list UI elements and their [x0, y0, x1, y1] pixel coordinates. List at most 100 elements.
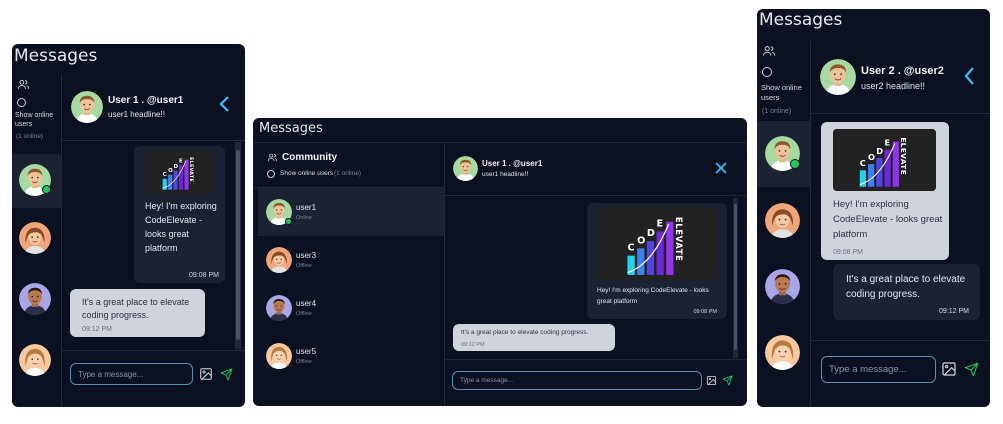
- sidebar-user-user1[interactable]: user1 Online: [258, 188, 444, 236]
- show-online-radio[interactable]: [267, 170, 275, 178]
- message-time: 09:08 PM: [189, 272, 219, 279]
- chat-header: User 1 . @user1 user1 headline!!: [62, 74, 245, 140]
- codeelevate-logo-image[interactable]: [833, 129, 936, 191]
- message-text: It's a great place to elevate coding pro…: [846, 274, 966, 300]
- sidebar: Community Show online users (1 online) u…: [253, 142, 444, 406]
- user-name: user1: [296, 203, 317, 212]
- send-icon: [722, 375, 733, 386]
- page-title: Messages: [259, 121, 323, 136]
- message-input-placeholder: Type a message...: [829, 364, 907, 375]
- message-text: It's a great place to elevate coding pro…: [82, 297, 190, 320]
- online-indicator: [42, 185, 51, 194]
- avatar: [266, 247, 292, 273]
- avatar: [266, 343, 292, 369]
- sidebar-user-user3[interactable]: [765, 203, 800, 238]
- page-title: Messages: [759, 10, 843, 30]
- sidebar-user-user1[interactable]: [12, 154, 61, 208]
- sidebar-user-user1[interactable]: [757, 121, 810, 187]
- message-outgoing-dark: It's a great place to elevate coding pro…: [833, 264, 980, 320]
- chat-panel-middle: Messages Community Show online users (1 …: [253, 118, 747, 406]
- show-online-radio[interactable]: [762, 67, 772, 77]
- user-name: user4: [296, 299, 317, 308]
- message-text: Hey! I'm exploring CodeElevate - looks g…: [833, 199, 943, 240]
- avatar: [820, 59, 856, 95]
- chat-header: User 1 . @user1 user1 headline!!: [445, 142, 747, 195]
- sidebar-user-user5[interactable]: user5 Offline: [258, 332, 444, 380]
- chat-header-headline: user1 headline!!: [108, 110, 165, 119]
- sidebar-title: Community: [282, 152, 337, 163]
- online-count: (1 online): [762, 108, 792, 115]
- user-name: user3: [296, 251, 317, 260]
- message-time: 09:12 PM: [939, 308, 969, 315]
- image-upload-button[interactable]: [705, 374, 717, 386]
- user-status: Offline: [296, 263, 312, 269]
- chat-panel-left: Messages Show online users (1 online) Us…: [12, 44, 245, 407]
- image-upload-button[interactable]: [940, 360, 958, 378]
- image-icon: [706, 375, 717, 386]
- sidebar: Show online users (1 online): [757, 41, 810, 407]
- sidebar-user-user4[interactable]: [19, 283, 51, 315]
- send-icon: [964, 362, 979, 377]
- message-outgoing: It's a great place to elevate coding pro…: [70, 289, 205, 337]
- sidebar-user-user3[interactable]: [19, 222, 51, 254]
- online-count: (1 online): [16, 133, 44, 140]
- user-name: user5: [296, 347, 317, 356]
- users-icon: [267, 152, 278, 163]
- message-text: Hey! I'm exploring CodeElevate - looks g…: [597, 287, 709, 305]
- message-incoming-light: Hey! I'm exploring CodeElevate - looks g…: [821, 122, 949, 260]
- codeelevate-logo-image[interactable]: [145, 150, 213, 194]
- image-upload-button[interactable]: [198, 366, 214, 382]
- close-icon[interactable]: [714, 161, 728, 175]
- user-status: Online: [296, 215, 312, 221]
- send-button[interactable]: [721, 374, 733, 386]
- message-time: 09:08 PM: [833, 249, 863, 256]
- chat-header-name: User 2 . @user2: [861, 65, 944, 77]
- scrollbar[interactable]: [235, 142, 241, 349]
- show-online-label: Show online users: [280, 170, 334, 177]
- avatar: [71, 91, 103, 123]
- message-input[interactable]: Type a message...: [452, 371, 702, 390]
- back-chevron-icon[interactable]: [218, 94, 232, 114]
- online-indicator: [790, 159, 800, 169]
- message-time: 09:12 PM: [82, 326, 112, 333]
- chat-header: User 2 . @user2 user2 headline!!: [811, 41, 990, 113]
- show-online-label: Show online users: [761, 83, 802, 102]
- sidebar-user-user4[interactable]: [765, 269, 800, 304]
- online-indicator: [285, 218, 292, 225]
- sidebar-user-user3[interactable]: user3 Offline: [258, 236, 444, 284]
- avatar: [266, 199, 292, 225]
- message-input[interactable]: Type a message...: [821, 356, 936, 383]
- message-time: 09:08 PM: [693, 309, 717, 315]
- avatar: [266, 295, 292, 321]
- send-button[interactable]: [218, 366, 234, 382]
- message-incoming: Hey! I'm exploring CodeElevate - looks g…: [587, 203, 727, 319]
- chat-header-name: User 1 . @user1: [482, 159, 543, 168]
- message-text: Hey! I'm exploring CodeElevate - looks g…: [145, 201, 217, 253]
- avatar: [19, 164, 51, 196]
- send-button[interactable]: [962, 360, 980, 378]
- scrollbar[interactable]: [733, 198, 738, 358]
- sidebar-user-user5[interactable]: [765, 335, 800, 370]
- show-online-radio[interactable]: [17, 98, 26, 107]
- sidebar: Show online users (1 online): [12, 74, 61, 407]
- image-icon: [199, 367, 213, 381]
- send-icon: [220, 368, 233, 381]
- chat-header-name: User 1 . @user1: [108, 95, 184, 106]
- avatar: [453, 156, 478, 181]
- back-chevron-icon[interactable]: [963, 65, 977, 87]
- message-input[interactable]: Type a message...: [70, 363, 193, 385]
- message-input-placeholder: Type a message...: [78, 369, 144, 379]
- message-incoming: Hey! I'm exploring CodeElevate - looks g…: [134, 146, 225, 283]
- users-icon: [762, 44, 776, 58]
- chat-header-headline: user1 headline!!: [482, 171, 529, 178]
- show-online-label: Show online users: [15, 112, 54, 128]
- users-icon: [17, 78, 30, 91]
- chat-header-headline: user2 headline!!: [861, 81, 926, 91]
- page-title: Messages: [14, 46, 98, 66]
- codeelevate-logo-image[interactable]: [596, 207, 717, 280]
- message-outgoing: It's a great place to elevate coding pro…: [453, 324, 615, 351]
- user-status: Offline: [296, 359, 312, 365]
- image-icon: [941, 361, 957, 377]
- sidebar-user-user5[interactable]: [19, 344, 51, 376]
- sidebar-user-user4[interactable]: user4 Offline: [258, 284, 444, 332]
